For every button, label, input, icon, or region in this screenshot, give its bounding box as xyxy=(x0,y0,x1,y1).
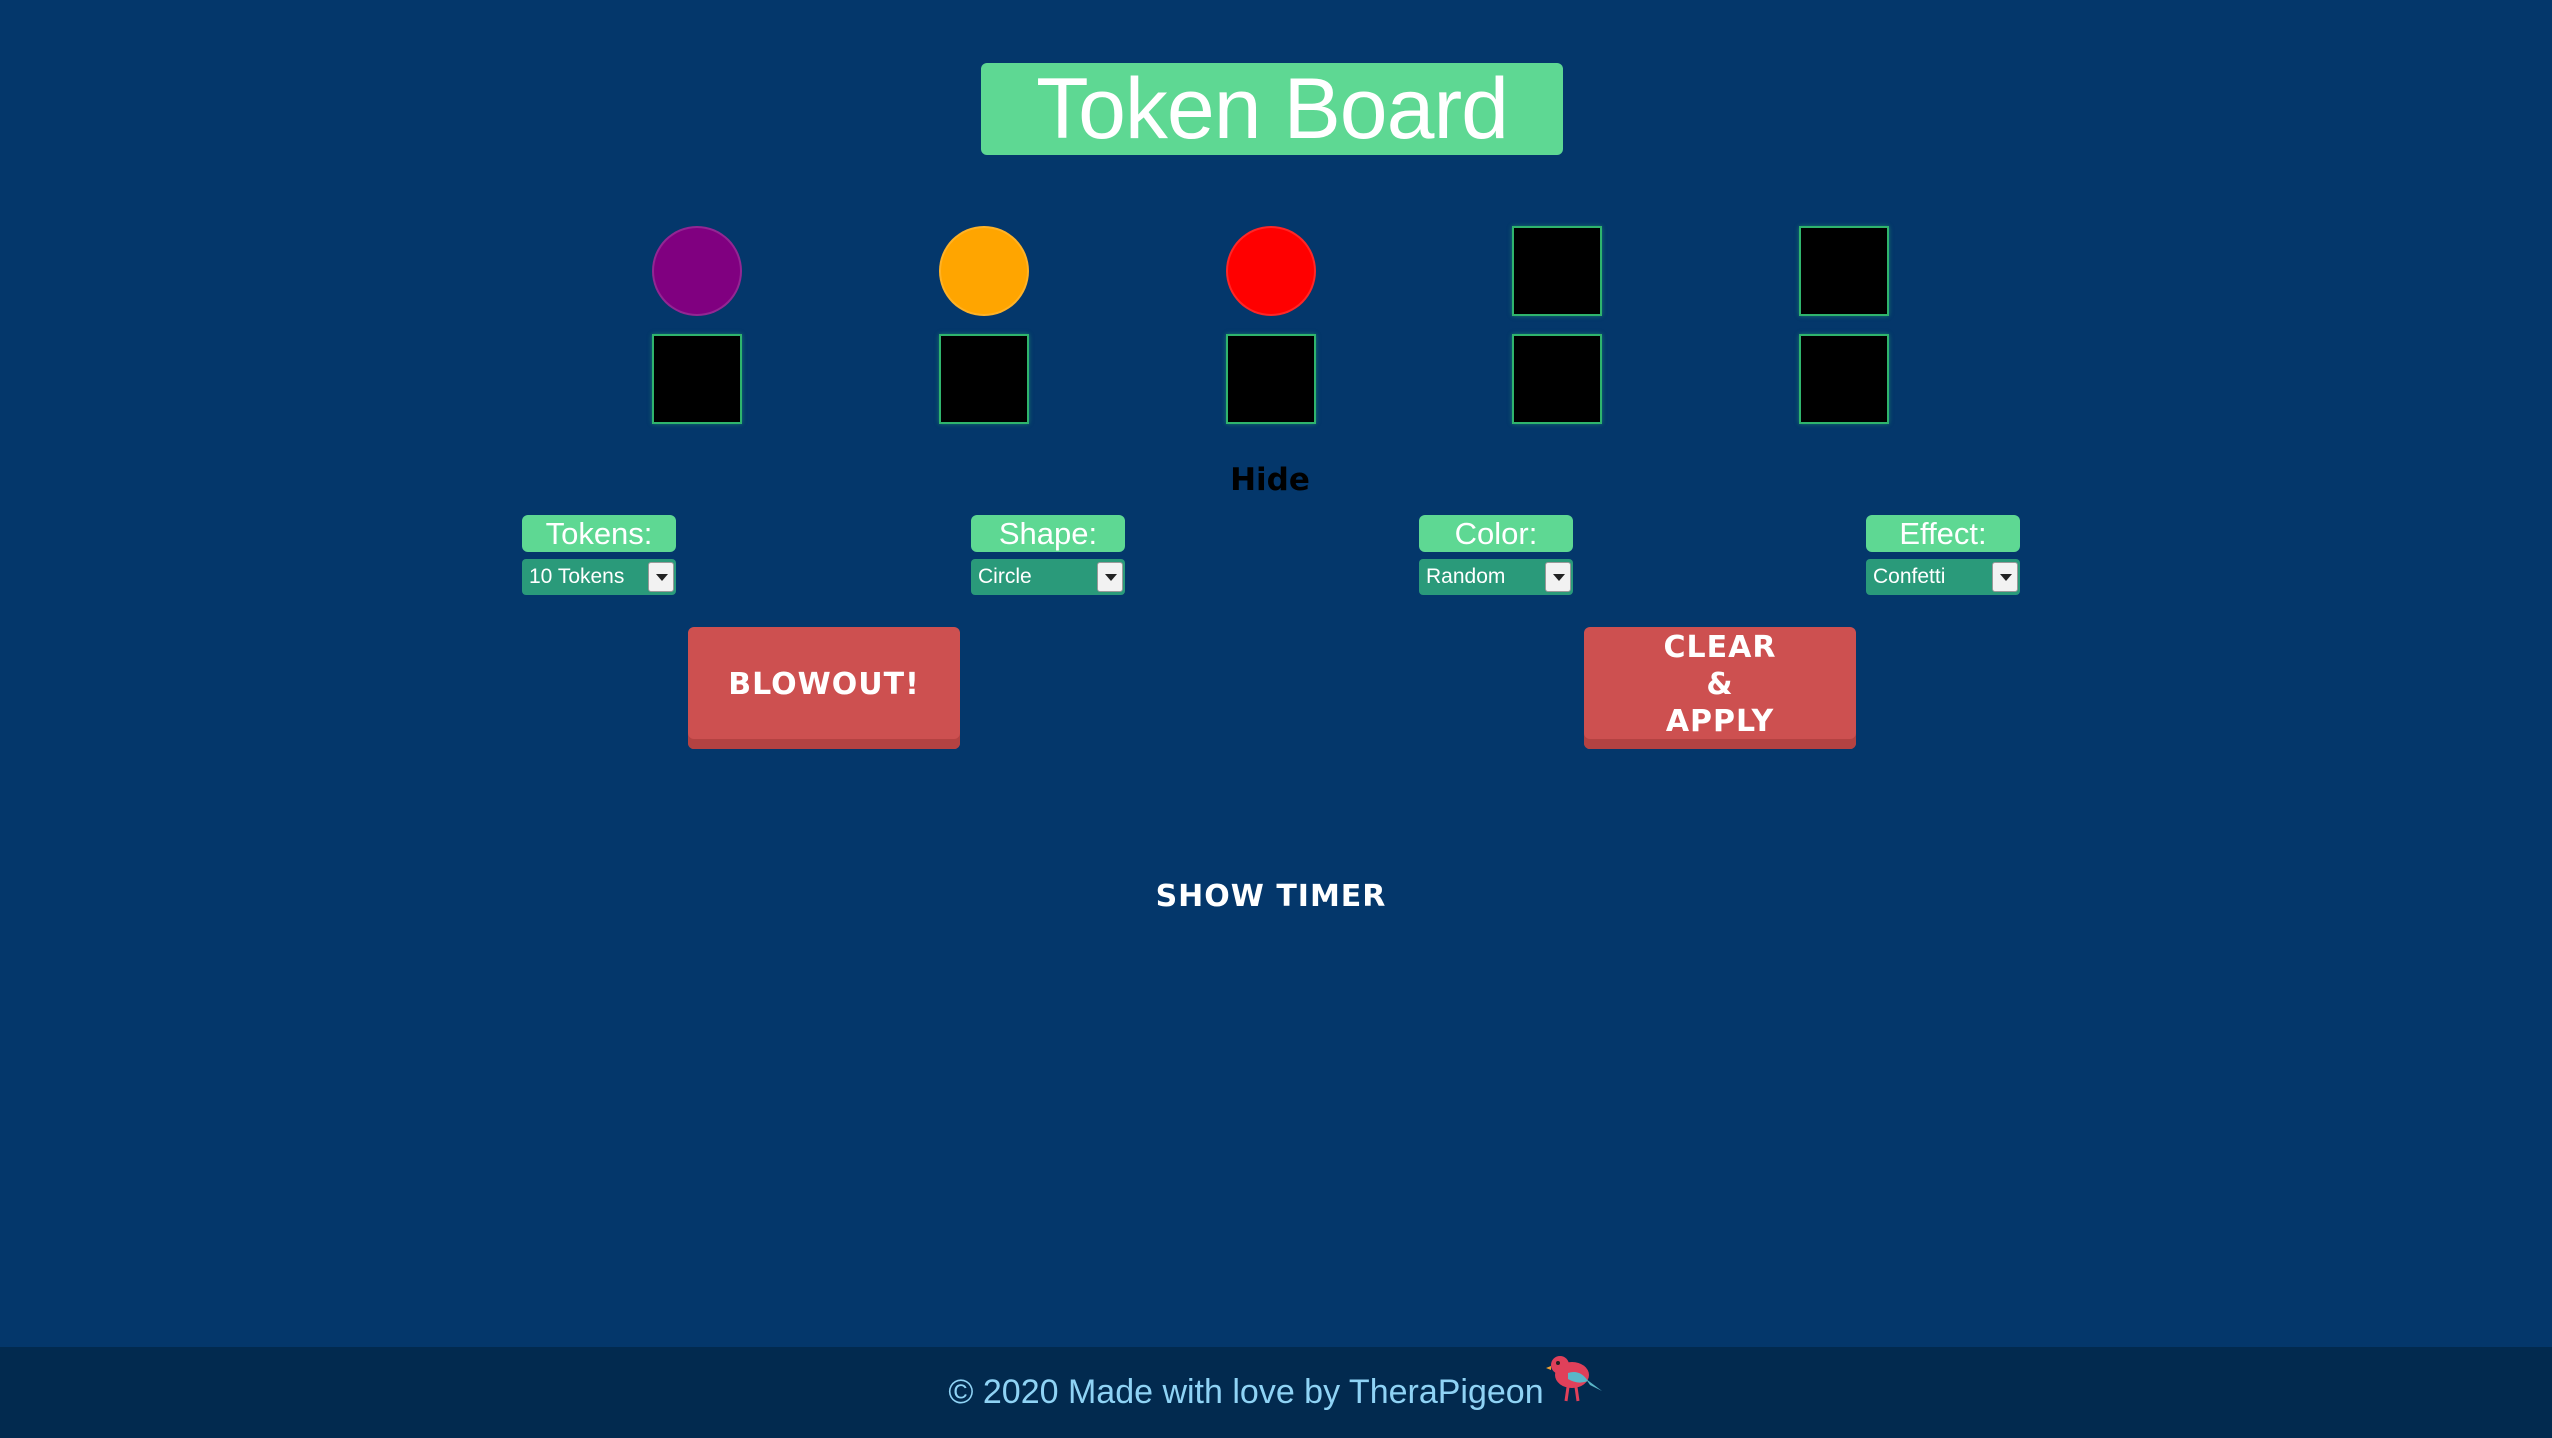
shape-select-value: Circle xyxy=(978,565,1032,588)
pigeon-icon xyxy=(1545,1349,1604,1438)
chevron-down-icon[interactable] xyxy=(1545,562,1571,592)
footer-credit: © 2020 Made with love by TheraPigeon xyxy=(0,1347,2552,1438)
shape-label: Shape: xyxy=(971,515,1125,552)
page-title: Token Board xyxy=(981,63,1563,155)
effect-select[interactable]: Confetti xyxy=(1866,559,2020,595)
token-slot-2[interactable] xyxy=(939,226,1029,316)
effect-select-value: Confetti xyxy=(1873,565,1946,588)
token-board-page: Token Board Hide Tokens: 10 Tokens Shape… xyxy=(0,0,2552,1438)
token-slot-8[interactable] xyxy=(1226,334,1316,424)
token-slot-4[interactable] xyxy=(1512,226,1602,316)
token-slot-7[interactable] xyxy=(939,334,1029,424)
color-select[interactable]: Random xyxy=(1419,559,1573,595)
token-slot-10[interactable] xyxy=(1799,334,1889,424)
chevron-down-icon[interactable] xyxy=(648,562,674,592)
shape-select[interactable]: Circle xyxy=(971,559,1125,595)
color-select-value: Random xyxy=(1426,565,1506,588)
hide-button[interactable]: Hide xyxy=(1180,462,1360,498)
chevron-down-icon[interactable] xyxy=(1097,562,1123,592)
blowout-button[interactable]: BLOWOUT! xyxy=(688,627,960,749)
token-slot-9[interactable] xyxy=(1512,334,1602,424)
token-slot-1[interactable] xyxy=(652,226,742,316)
footer-text: © 2020 Made with love by TheraPigeon xyxy=(948,1373,1544,1411)
token-slot-6[interactable] xyxy=(652,334,742,424)
chevron-down-icon[interactable] xyxy=(1992,562,2018,592)
clear-apply-button-label: CLEAR & APPLY xyxy=(1663,629,1777,739)
color-label: Color: xyxy=(1419,515,1573,552)
tokens-label: Tokens: xyxy=(522,515,676,552)
tokens-select[interactable]: 10 Tokens xyxy=(522,559,676,595)
tokens-select-value: 10 Tokens xyxy=(529,565,625,588)
show-timer-button[interactable]: SHOW TIMER xyxy=(1100,879,1442,914)
blowout-button-label: BLOWOUT! xyxy=(728,666,920,702)
clear-apply-button[interactable]: CLEAR & APPLY xyxy=(1584,627,1856,749)
token-slot-3[interactable] xyxy=(1226,226,1316,316)
token-slot-5[interactable] xyxy=(1799,226,1889,316)
footer: © 2020 Made with love by TheraPigeon xyxy=(0,1347,2552,1438)
effect-label: Effect: xyxy=(1866,515,2020,552)
